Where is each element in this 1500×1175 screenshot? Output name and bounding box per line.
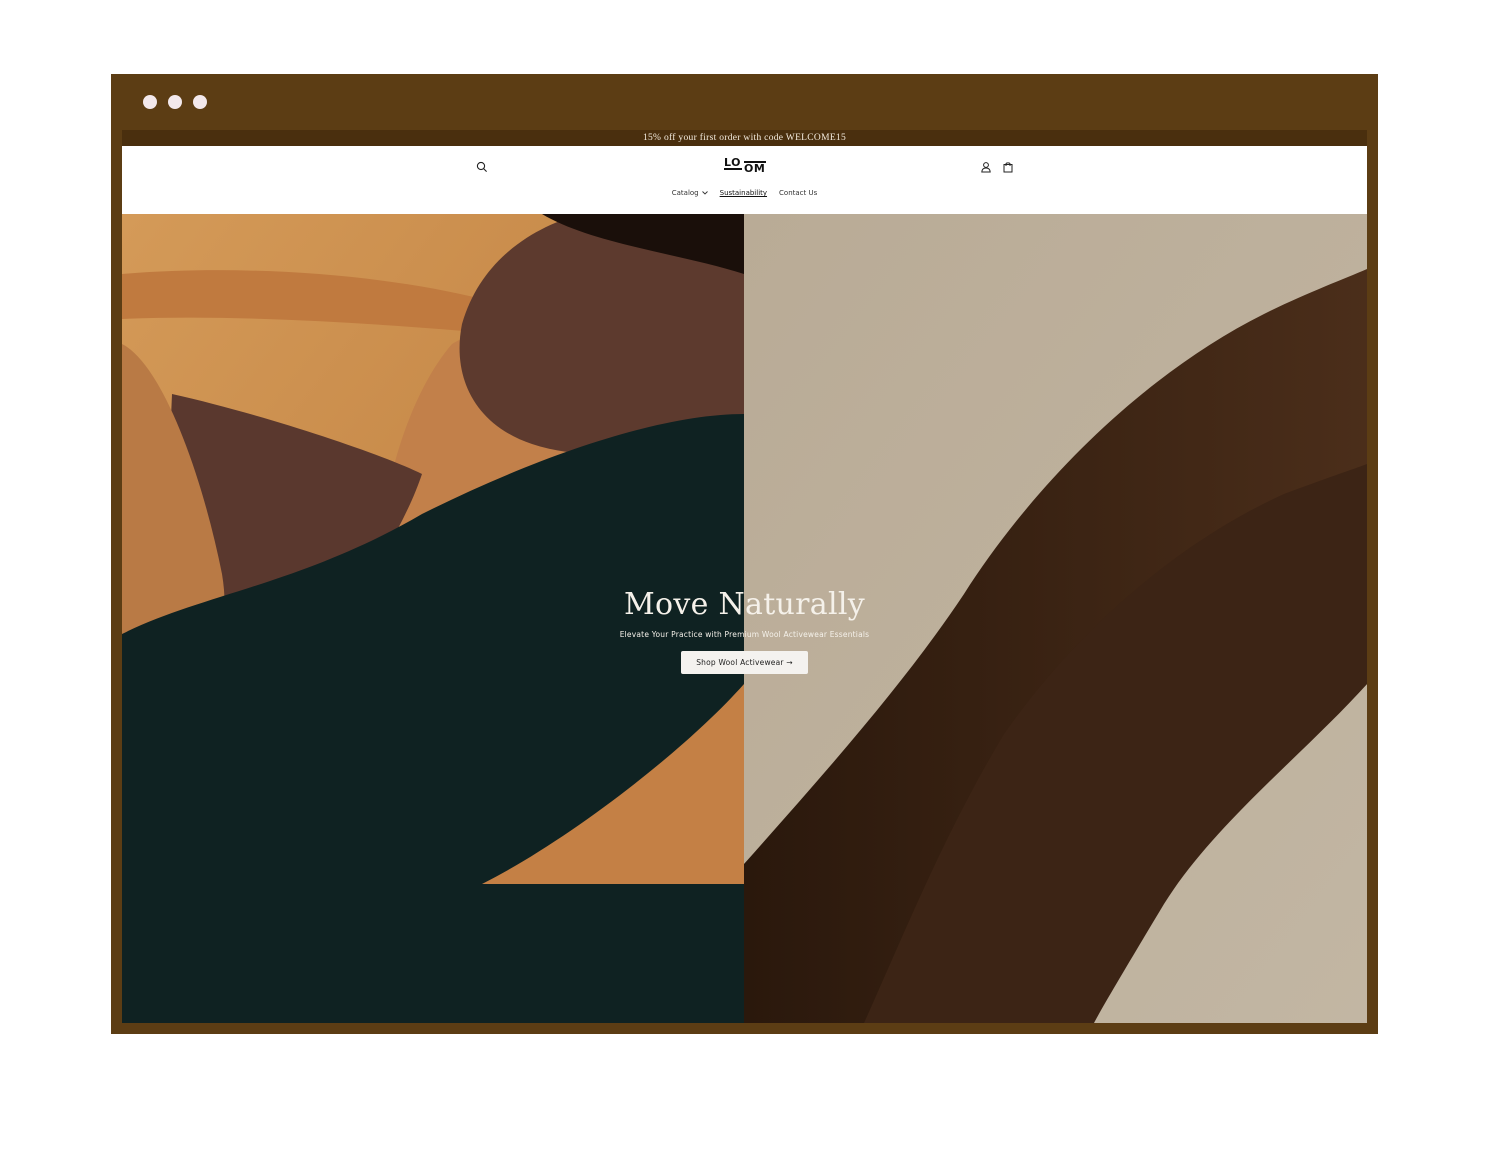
bag-icon[interactable] (1002, 161, 1014, 173)
nav-item-catalog[interactable]: Catalog (672, 189, 708, 197)
window-dot-close[interactable] (143, 95, 157, 109)
announcement-text: 15% off your first order with code WELCO… (642, 133, 847, 143)
shop-wool-button[interactable]: Shop Wool Activewear → (681, 651, 808, 674)
hero-banner: Move Naturally Elevate Your Practice wit… (122, 214, 1367, 1023)
window-dot-maximize[interactable] (193, 95, 207, 109)
user-icon[interactable] (980, 161, 992, 173)
announcement-bar: 15% off your first order with code WELCO… (122, 130, 1367, 146)
logo-underline (724, 168, 742, 170)
search-icon[interactable] (476, 161, 488, 173)
window-controls (143, 95, 207, 109)
nav-label-sustainability: Sustainability (719, 189, 768, 197)
main-nav: Catalog Sustainability Contact Us (122, 189, 1367, 197)
nav-item-sustainability[interactable]: Sustainability (720, 189, 767, 197)
nav-label-contact: Contact Us (779, 189, 818, 197)
site-header: LO OM Catalog Sustainability Contact Us (122, 146, 1367, 214)
hero-title: Move Naturally (623, 587, 866, 622)
hero-subtitle: Elevate Your Practice with Premium Wool … (619, 630, 870, 639)
chevron-down-icon (701, 191, 708, 195)
hero-content: Move Naturally Elevate Your Practice wit… (122, 584, 1367, 674)
page-viewport: 15% off your first order with code WELCO… (122, 130, 1367, 1023)
browser-window: 15% off your first order with code WELCO… (111, 74, 1378, 1034)
nav-label-catalog: Catalog (671, 189, 699, 197)
nav-item-contact[interactable]: Contact Us (779, 189, 817, 197)
logo-bottom: OM (744, 162, 766, 175)
window-dot-minimize[interactable] (168, 95, 182, 109)
brand-logo[interactable]: LO OM (724, 156, 768, 176)
